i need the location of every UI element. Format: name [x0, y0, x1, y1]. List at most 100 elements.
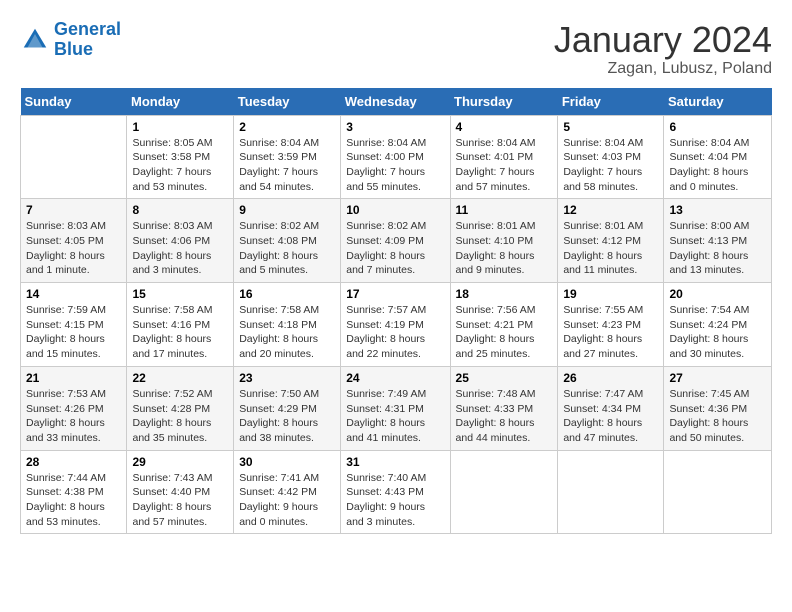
- day-info: Sunrise: 8:00 AMSunset: 4:13 PMDaylight:…: [669, 219, 766, 278]
- calendar-day-cell: 8Sunrise: 8:03 AMSunset: 4:06 PMDaylight…: [127, 199, 234, 283]
- day-info: Sunrise: 7:58 AMSunset: 4:16 PMDaylight:…: [132, 303, 228, 362]
- day-number: 25: [456, 371, 553, 385]
- day-number: 14: [26, 287, 121, 301]
- day-info: Sunrise: 8:04 AMSunset: 4:01 PMDaylight:…: [456, 136, 553, 195]
- calendar-day-cell: 14 Sunrise: 7:59 AMSunset: 4:15 PMDayligh…: [21, 283, 127, 367]
- day-info: Sunrise: 7:47 AMSunset: 4:34 PMDaylight:…: [563, 387, 658, 446]
- calendar-day-cell: [664, 450, 772, 534]
- calendar-day-cell: 22 Sunrise: 7:52 AMSunset: 4:28 PMDayligh…: [127, 366, 234, 450]
- calendar-day-cell: 27 Sunrise: 7:45 AMSunset: 4:36 PMDayligh…: [664, 366, 772, 450]
- calendar-table: SundayMondayTuesdayWednesdayThursdayFrid…: [20, 88, 772, 535]
- calendar-day-cell: 26Sunrise: 7:47 AMSunset: 4:34 PMDayligh…: [558, 366, 664, 450]
- calendar-week-row: 14 Sunrise: 7:59 AMSunset: 4:15 PMDayligh…: [21, 283, 772, 367]
- calendar-day-cell: 5 Sunrise: 8:04 AMSunset: 4:03 PMDaylight…: [558, 115, 664, 199]
- calendar-day-cell: 20 Sunrise: 7:54 AMSunset: 4:24 PMDayligh…: [664, 283, 772, 367]
- day-info: Sunrise: 7:52 AMSunset: 4:28 PMDaylight:…: [132, 387, 228, 446]
- calendar-week-row: 28 Sunrise: 7:44 AMSunset: 4:38 PMDayligh…: [21, 450, 772, 534]
- day-info: Sunrise: 7:55 AMSunset: 4:23 PMDaylight:…: [563, 303, 658, 362]
- day-info: Sunrise: 7:45 AMSunset: 4:36 PMDaylight:…: [669, 387, 766, 446]
- day-info: Sunrise: 8:04 AMSunset: 4:03 PMDaylight:…: [563, 136, 658, 195]
- calendar-day-cell: 10 Sunrise: 8:02 AMSunset: 4:09 PMDayligh…: [341, 199, 450, 283]
- day-info: Sunrise: 7:43 AMSunset: 4:40 PMDaylight:…: [132, 471, 228, 530]
- calendar-day-cell: 28 Sunrise: 7:44 AMSunset: 4:38 PMDayligh…: [21, 450, 127, 534]
- day-number: 16: [239, 287, 335, 301]
- day-info: Sunrise: 8:04 AMSunset: 3:59 PMDaylight:…: [239, 136, 335, 195]
- day-number: 28: [26, 455, 121, 469]
- day-info: Sunrise: 7:58 AMSunset: 4:18 PMDaylight:…: [239, 303, 335, 362]
- day-info: Sunrise: 8:02 AMSunset: 4:08 PMDaylight:…: [239, 219, 335, 278]
- calendar-day-cell: 3Sunrise: 8:04 AMSunset: 4:00 PMDaylight…: [341, 115, 450, 199]
- day-number: 30: [239, 455, 335, 469]
- day-number: 9: [239, 203, 335, 217]
- day-number: 7: [26, 203, 121, 217]
- day-number: 31: [346, 455, 444, 469]
- day-header: Wednesday: [341, 88, 450, 116]
- calendar-day-cell: 24Sunrise: 7:49 AMSunset: 4:31 PMDayligh…: [341, 366, 450, 450]
- day-number: 8: [132, 203, 228, 217]
- day-info: Sunrise: 7:54 AMSunset: 4:24 PMDaylight:…: [669, 303, 766, 362]
- day-info: Sunrise: 8:03 AMSunset: 4:05 PMDaylight:…: [26, 219, 121, 278]
- day-number: 20: [669, 287, 766, 301]
- day-info: Sunrise: 7:48 AMSunset: 4:33 PMDaylight:…: [456, 387, 553, 446]
- day-number: 23: [239, 371, 335, 385]
- calendar-day-cell: 2 Sunrise: 8:04 AMSunset: 3:59 PMDaylight…: [234, 115, 341, 199]
- day-info: Sunrise: 7:59 AMSunset: 4:15 PMDaylight:…: [26, 303, 121, 362]
- day-number: 21: [26, 371, 121, 385]
- day-header: Tuesday: [234, 88, 341, 116]
- day-header: Friday: [558, 88, 664, 116]
- calendar-day-cell: 18 Sunrise: 7:56 AMSunset: 4:21 PMDayligh…: [450, 283, 558, 367]
- day-info: Sunrise: 8:01 AMSunset: 4:10 PMDaylight:…: [456, 219, 553, 278]
- day-header: Monday: [127, 88, 234, 116]
- logo-text: General Blue: [54, 20, 121, 60]
- calendar-day-cell: 9 Sunrise: 8:02 AMSunset: 4:08 PMDaylight…: [234, 199, 341, 283]
- calendar-day-cell: [450, 450, 558, 534]
- calendar-day-cell: 21 Sunrise: 7:53 AMSunset: 4:26 PMDayligh…: [21, 366, 127, 450]
- calendar-day-cell: 30Sunrise: 7:41 AMSunset: 4:42 PMDayligh…: [234, 450, 341, 534]
- day-number: 17: [346, 287, 444, 301]
- day-info: Sunrise: 7:53 AMSunset: 4:26 PMDaylight:…: [26, 387, 121, 446]
- day-info: Sunrise: 8:05 AMSunset: 3:58 PMDaylight:…: [132, 136, 228, 195]
- calendar-day-cell: 31 Sunrise: 7:40 AMSunset: 4:43 PMDayligh…: [341, 450, 450, 534]
- day-number: 1: [132, 120, 228, 134]
- day-info: Sunrise: 7:57 AMSunset: 4:19 PMDaylight:…: [346, 303, 444, 362]
- day-number: 18: [456, 287, 553, 301]
- day-info: Sunrise: 8:04 AMSunset: 4:00 PMDaylight:…: [346, 136, 444, 195]
- calendar-day-cell: 13 Sunrise: 8:00 AMSunset: 4:13 PMDayligh…: [664, 199, 772, 283]
- day-info: Sunrise: 7:56 AMSunset: 4:21 PMDaylight:…: [456, 303, 553, 362]
- day-number: 27: [669, 371, 766, 385]
- day-number: 13: [669, 203, 766, 217]
- day-number: 22: [132, 371, 228, 385]
- day-number: 19: [563, 287, 658, 301]
- day-number: 10: [346, 203, 444, 217]
- logo-icon: [20, 25, 50, 55]
- calendar-day-cell: [558, 450, 664, 534]
- day-number: 15: [132, 287, 228, 301]
- day-header: Thursday: [450, 88, 558, 116]
- day-number: 11: [456, 203, 553, 217]
- calendar-day-cell: 29 Sunrise: 7:43 AMSunset: 4:40 PMDayligh…: [127, 450, 234, 534]
- calendar-title: January 2024: [554, 20, 772, 60]
- day-header: Saturday: [664, 88, 772, 116]
- day-number: 6: [669, 120, 766, 134]
- calendar-day-cell: 4 Sunrise: 8:04 AMSunset: 4:01 PMDaylight…: [450, 115, 558, 199]
- calendar-day-cell: 12Sunrise: 8:01 AMSunset: 4:12 PMDayligh…: [558, 199, 664, 283]
- day-info: Sunrise: 8:02 AMSunset: 4:09 PMDaylight:…: [346, 219, 444, 278]
- day-number: 4: [456, 120, 553, 134]
- calendar-week-row: 21 Sunrise: 7:53 AMSunset: 4:26 PMDayligh…: [21, 366, 772, 450]
- calendar-day-cell: 23Sunrise: 7:50 AMSunset: 4:29 PMDayligh…: [234, 366, 341, 450]
- calendar-subtitle: Zagan, Lubusz, Poland: [554, 60, 772, 78]
- day-number: 29: [132, 455, 228, 469]
- day-info: Sunrise: 7:49 AMSunset: 4:31 PMDaylight:…: [346, 387, 444, 446]
- calendar-day-cell: 11 Sunrise: 8:01 AMSunset: 4:10 PMDayligh…: [450, 199, 558, 283]
- calendar-week-row: 1 Sunrise: 8:05 AMSunset: 3:58 PMDaylight…: [21, 115, 772, 199]
- title-block: January 2024 Zagan, Lubusz, Poland: [554, 20, 772, 78]
- day-info: Sunrise: 7:44 AMSunset: 4:38 PMDaylight:…: [26, 471, 121, 530]
- day-number: 5: [563, 120, 658, 134]
- page-header: General Blue January 2024 Zagan, Lubusz,…: [20, 20, 772, 78]
- day-number: 2: [239, 120, 335, 134]
- calendar-day-cell: 19 Sunrise: 7:55 AMSunset: 4:23 PMDayligh…: [558, 283, 664, 367]
- calendar-day-cell: 17 Sunrise: 7:57 AMSunset: 4:19 PMDayligh…: [341, 283, 450, 367]
- calendar-day-cell: 7 Sunrise: 8:03 AMSunset: 4:05 PMDaylight…: [21, 199, 127, 283]
- day-info: Sunrise: 7:40 AMSunset: 4:43 PMDaylight:…: [346, 471, 444, 530]
- day-number: 12: [563, 203, 658, 217]
